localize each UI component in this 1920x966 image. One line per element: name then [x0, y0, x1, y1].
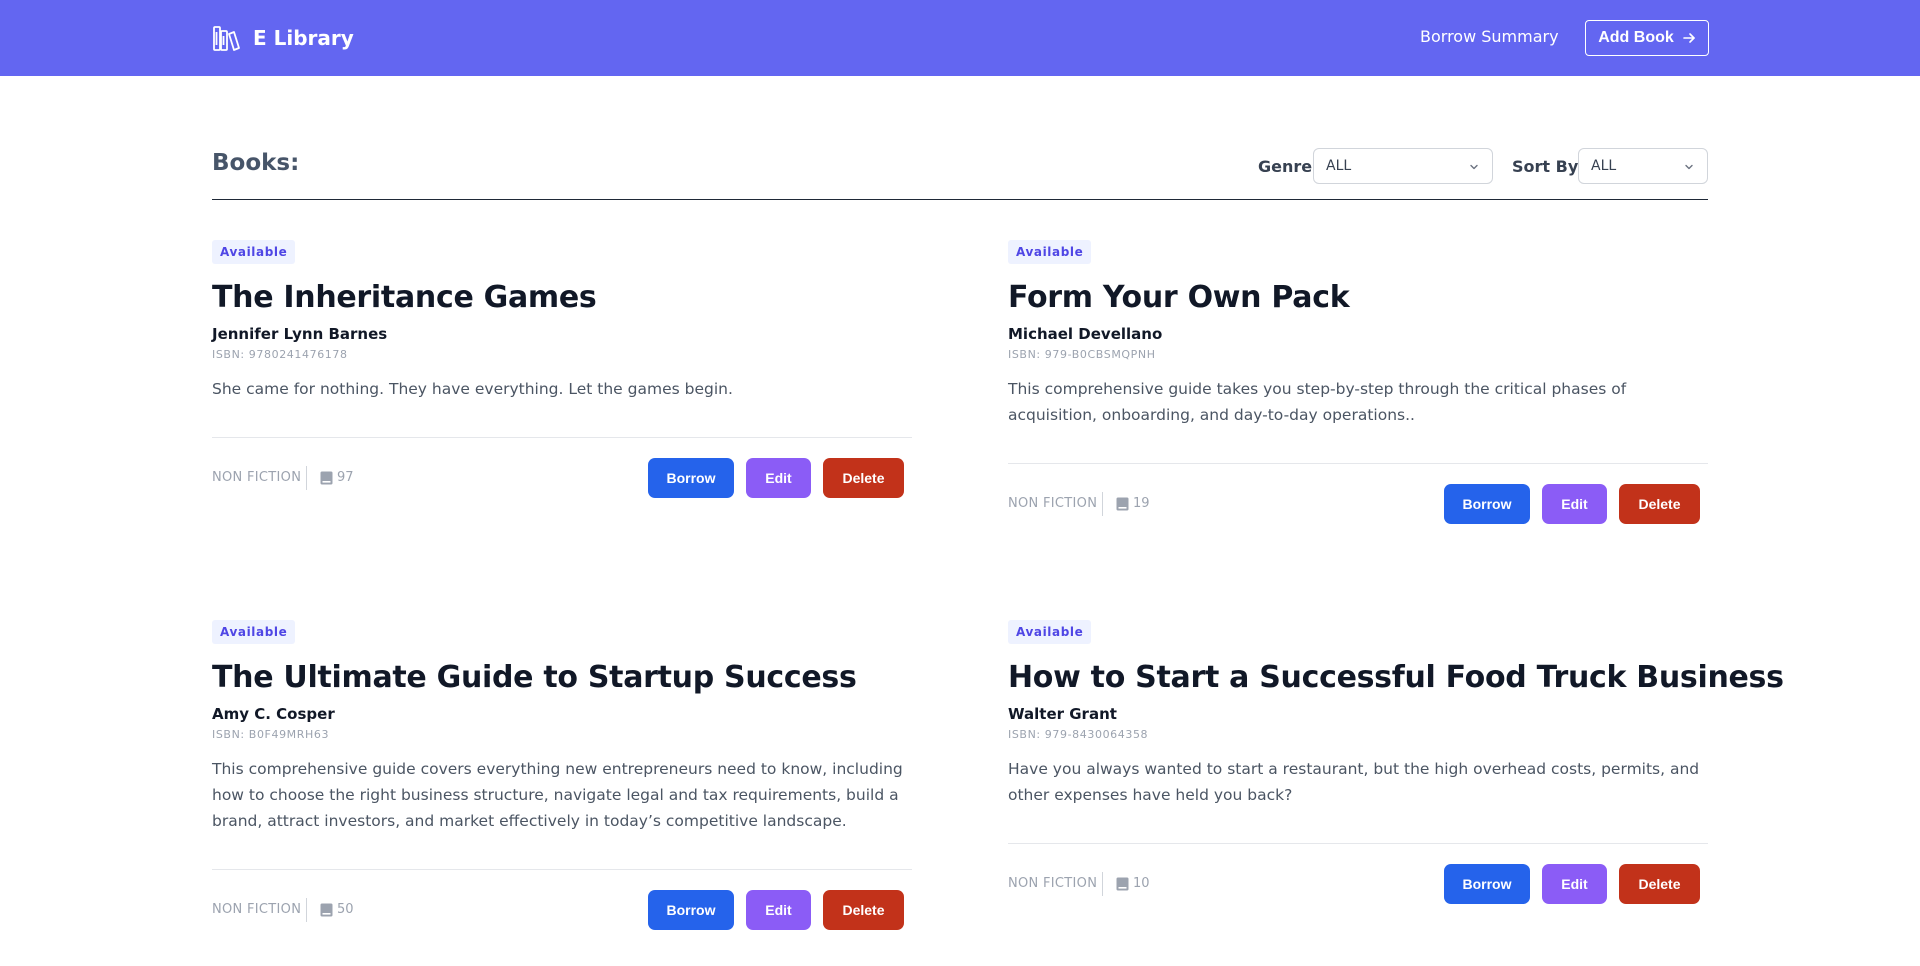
book-title: The Inheritance Games [212, 280, 597, 315]
book-isbn: ISBN: B0F49MRH63 [212, 728, 330, 741]
borrow-button[interactable]: Borrow [648, 890, 734, 930]
edit-button[interactable]: Edit [746, 458, 811, 498]
top-navbar: E Library Borrow Summary Add Book [0, 0, 1920, 76]
card-divider [1008, 463, 1708, 464]
card-divider [212, 869, 912, 870]
chevron-down-icon [1685, 164, 1693, 170]
chevron-down-icon [1470, 164, 1478, 170]
book-author: Michael Devellano [1008, 325, 1163, 343]
book-genre: NON FICTION [1008, 876, 1098, 891]
borrow-button[interactable]: Borrow [648, 458, 734, 498]
book-title: How to Start a Successful Food Truck Bus… [1008, 660, 1784, 695]
book-isbn: ISBN: 979-8430064358 [1008, 728, 1149, 741]
book-copies: 50 [337, 902, 354, 917]
book-isbn: ISBN: 979-B0CBSMQPNH [1008, 348, 1156, 361]
brand-link[interactable]: E Library [212, 23, 354, 53]
borrow-summary-link[interactable]: Borrow Summary [1420, 27, 1559, 47]
book-description: Have you always wanted to start a restau… [1008, 760, 1700, 804]
footer-separator [1102, 872, 1103, 896]
status-badge: Available [212, 240, 296, 264]
delete-button[interactable]: Delete [823, 458, 904, 498]
status-badge: Available [1008, 240, 1092, 264]
book-genre: NON FICTION [1008, 496, 1098, 511]
book-icon [320, 471, 333, 485]
edit-button[interactable]: Edit [1542, 484, 1607, 524]
book-copies: 10 [1133, 876, 1150, 891]
book-description: This comprehensive guide takes you step-… [1008, 380, 1627, 424]
book-genre: NON FICTION [212, 470, 302, 485]
edit-button[interactable]: Edit [746, 890, 811, 930]
genre-select[interactable]: ALL [1313, 148, 1493, 184]
book-genre: NON FICTION [212, 902, 302, 917]
books-toolbar: Books: Genre: ALL Sort By: ALL [212, 142, 1708, 200]
card-divider [212, 437, 912, 438]
book-description: She came for nothing. They have everythi… [212, 380, 733, 398]
status-badge: Available [1008, 620, 1092, 644]
add-book-label: Add Book [1598, 29, 1674, 46]
book-icon [1116, 497, 1129, 511]
footer-separator [306, 466, 307, 490]
genre-select-value: ALL [1326, 158, 1352, 174]
sort-select[interactable]: ALL [1578, 148, 1708, 184]
arrow-right-icon [1682, 33, 1695, 43]
borrow-button[interactable]: Borrow [1444, 484, 1530, 524]
card-divider [1008, 843, 1708, 844]
card-footer: NON FICTION 19 Borrow Edit Delete [1008, 484, 1708, 524]
sort-label: Sort By: [1512, 157, 1585, 176]
add-book-button[interactable]: Add Book [1585, 20, 1709, 56]
status-badge: Available [212, 620, 296, 644]
edit-button[interactable]: Edit [1542, 864, 1607, 904]
book-icon [1116, 877, 1129, 891]
book-isbn: ISBN: 9780241476178 [212, 348, 348, 361]
genre-label: Genre: [1258, 157, 1319, 176]
book-author: Jennifer Lynn Barnes [212, 325, 388, 343]
sort-select-value: ALL [1591, 158, 1617, 174]
card-footer: NON FICTION 50 Borrow Edit Delete [212, 890, 912, 930]
books-icon [213, 25, 240, 51]
page-title: Books: [212, 150, 300, 176]
card-footer: NON FICTION 97 Borrow Edit Delete [212, 458, 912, 498]
card-footer: NON FICTION 10 Borrow Edit Delete [1008, 864, 1708, 904]
delete-button[interactable]: Delete [823, 890, 904, 930]
delete-button[interactable]: Delete [1619, 864, 1700, 904]
book-copies: 19 [1133, 496, 1150, 511]
book-author: Walter Grant [1008, 705, 1117, 723]
book-title: The Ultimate Guide to Startup Success [212, 660, 857, 695]
book-description: This comprehensive guide covers everythi… [212, 760, 903, 830]
borrow-button[interactable]: Borrow [1444, 864, 1530, 904]
book-author: Amy C. Cosper [212, 705, 335, 723]
delete-button[interactable]: Delete [1619, 484, 1700, 524]
footer-separator [1102, 492, 1103, 516]
brand-name: E Library [253, 26, 354, 50]
book-title: Form Your Own Pack [1008, 280, 1350, 315]
book-copies: 97 [337, 470, 354, 485]
footer-separator [306, 898, 307, 922]
book-icon [320, 903, 333, 917]
